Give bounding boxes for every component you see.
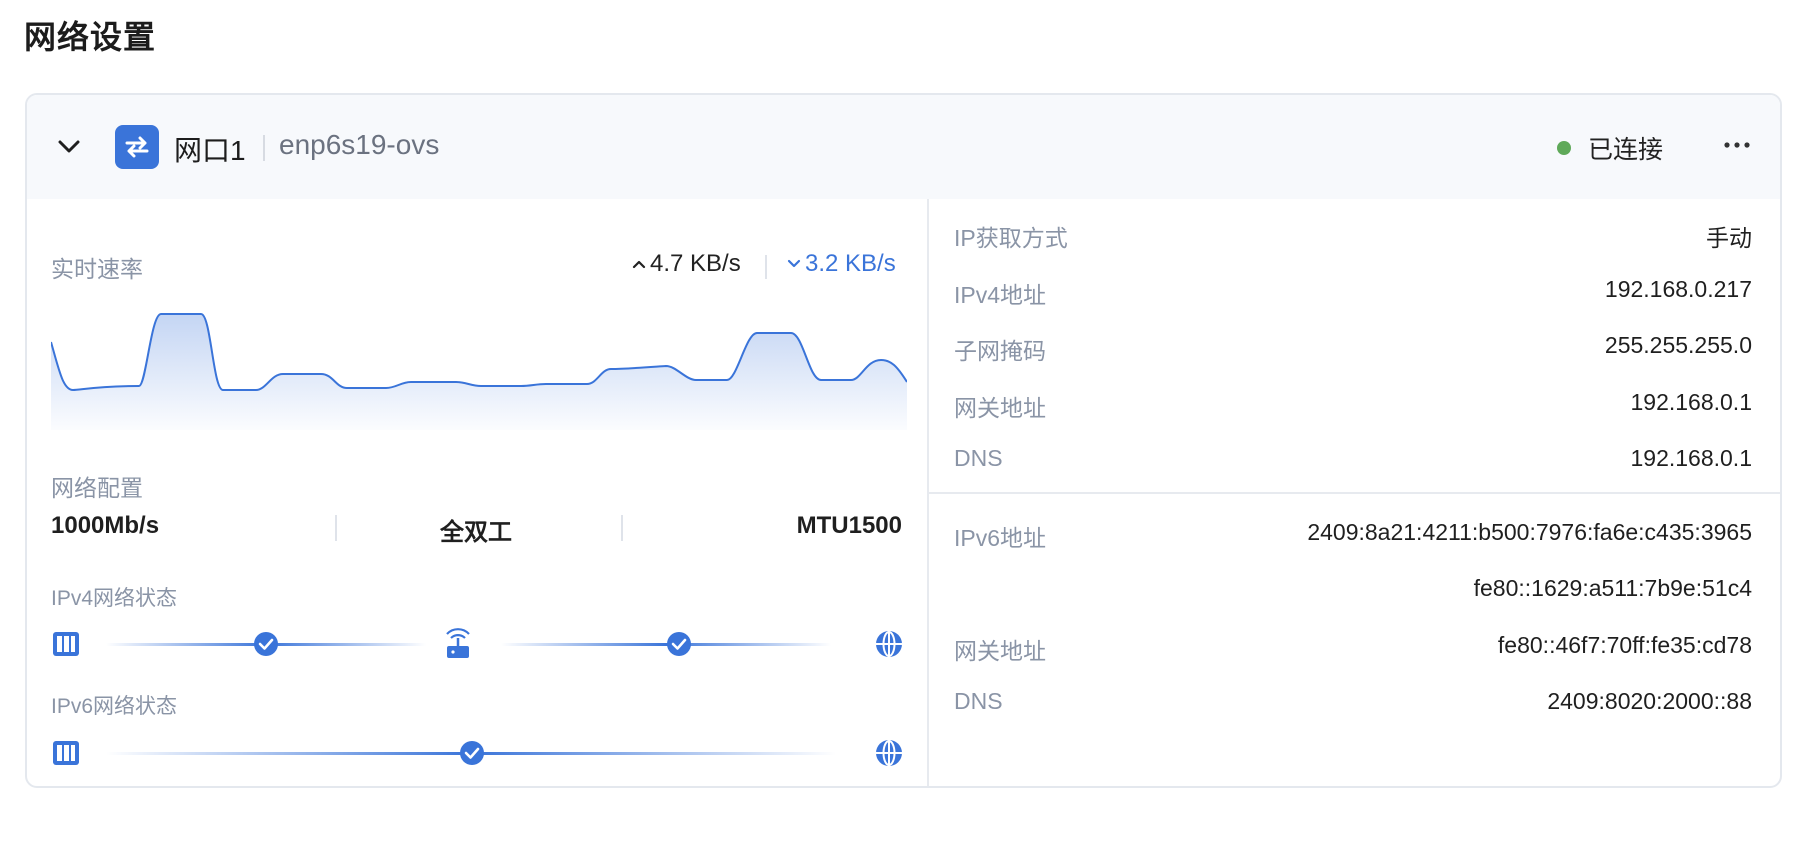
upload-speed: 4.7 KB/s — [632, 250, 741, 278]
ipv6-gateway-value: fe80::46f7:70ff:fe35:cd78 — [1497, 632, 1752, 658]
interface-name: enp6s19-ovs — [279, 129, 440, 160]
ip-mode-value: 手动 — [1706, 225, 1752, 251]
net-config-label: 网络配置 — [51, 475, 143, 501]
card-header: 网口1 enp6s19-ovs 已连接 — [27, 95, 1780, 199]
mtu-value: MTU1500 — [796, 512, 902, 539]
check-circle-icon — [460, 741, 484, 765]
more-options-button[interactable] — [1717, 125, 1757, 165]
download-speed-value: 3.2 KB/s — [805, 250, 896, 277]
ip-mode-label: IP获取方式 — [954, 225, 1068, 251]
ipv6-gateway-label: 网关地址 — [954, 638, 1046, 664]
chevron-down-icon — [58, 140, 80, 153]
ipv6-dns-value: 2409:8020:2000::88 — [1547, 688, 1752, 714]
upload-speed-value: 4.7 KB/s — [650, 250, 741, 277]
ipv6-dns-label: DNS — [954, 688, 1003, 714]
server-icon — [53, 632, 79, 656]
speed-area — [51, 314, 907, 430]
connection-status: 已连接 — [1588, 136, 1664, 164]
duplex-value: 全双工 — [440, 519, 512, 546]
check-circle-icon — [254, 632, 278, 656]
ipv4-address-value: 192.168.0.217 — [1604, 276, 1752, 302]
page-title: 网络设置 — [24, 19, 157, 55]
ipv6-status-path — [51, 733, 906, 773]
port-name: 网口1 — [174, 135, 246, 166]
ipv4-link-2 — [501, 643, 831, 646]
ipv4-status-label: IPv4网络状态 — [51, 587, 178, 610]
speed-label: 实时速率 — [51, 256, 143, 282]
globe-icon — [876, 740, 902, 766]
arrow-up-icon — [632, 260, 646, 269]
more-icon — [1724, 142, 1750, 148]
ipv4-gateway-value: 192.168.0.1 — [1630, 389, 1752, 415]
speed-divider — [765, 255, 767, 279]
network-port-card: 网口1 enp6s19-ovs 已连接 实时速率 4.7 KB/s 3.2 KB… — [25, 93, 1782, 788]
collapse-toggle[interactable] — [53, 131, 85, 163]
port-swap-icon — [115, 125, 159, 169]
subnet-mask-value: 255.255.255.0 — [1604, 332, 1752, 358]
ipv4-gateway-label: 网关地址 — [954, 395, 1046, 421]
ipv6-address-value: 2409:8a21:4211:b500:7976:fa6e:c435:3965 — [1307, 519, 1752, 545]
ipv6-status-label: IPv6网络状态 — [51, 695, 178, 718]
realtime-speed-chart — [51, 313, 907, 430]
ipv4-status-path — [51, 624, 906, 664]
globe-icon — [876, 631, 902, 657]
arrow-down-icon — [787, 259, 801, 268]
header-divider — [263, 135, 265, 161]
check-circle-icon — [667, 632, 691, 656]
ipv4-address-label: IPv4地址 — [954, 282, 1047, 308]
status-dot — [1557, 141, 1571, 155]
server-icon — [53, 741, 79, 765]
ipv4-dns-label: DNS — [954, 445, 1003, 471]
config-divider — [621, 515, 623, 541]
config-divider — [335, 515, 337, 541]
subnet-mask-label: 子网掩码 — [954, 338, 1046, 364]
router-icon — [446, 628, 470, 658]
ipv4-ipv6-divider — [929, 492, 1780, 494]
link-speed-value: 1000Mb/s — [51, 512, 160, 539]
ipv6-address-label: IPv6地址 — [954, 525, 1047, 551]
ipv4-dns-value: 192.168.0.1 — [1630, 445, 1752, 471]
download-speed: 3.2 KB/s — [787, 250, 896, 278]
ipv6-link-local-value: fe80::1629:a511:7b9e:51c4 — [1473, 575, 1752, 601]
